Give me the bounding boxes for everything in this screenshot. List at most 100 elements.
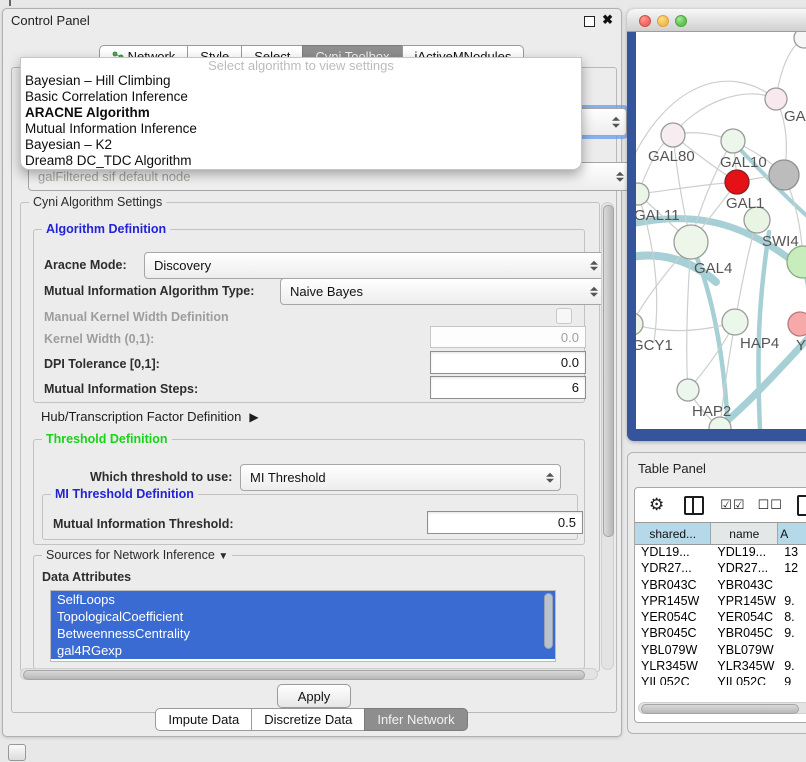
table-cell: YBR045C (635, 626, 711, 642)
table-cell: YBR043C (635, 578, 711, 594)
network-canvas[interactable]: GALGAL80GAL10GAL1GAL11SWI4GAL4GCY1HAP4YH… (636, 32, 806, 429)
mi-threshold-field[interactable]: 0.5 (427, 511, 583, 534)
table-cell: 9. (778, 659, 806, 675)
network-node[interactable] (787, 246, 806, 278)
table-cell: 12 (778, 561, 806, 577)
tab-label: Infer Network (377, 711, 454, 728)
column-header-name[interactable]: name (711, 523, 778, 544)
data-attribute-item[interactable]: TopologicalCoefficient (51, 608, 555, 625)
table-cell: YLR345W (635, 659, 711, 675)
table-row[interactable]: YDL19...YDL19...13 (635, 545, 806, 561)
network-node[interactable] (725, 170, 749, 194)
close-icon[interactable]: ✖ (602, 12, 613, 28)
algorithm-option[interactable]: Dream8 DC_TDC Algorithm (21, 153, 581, 169)
algorithm-option[interactable]: Mutual Information Inference (21, 121, 581, 137)
data-attribute-item[interactable]: SelfLoops (51, 591, 555, 608)
tab-infer-network[interactable]: Infer Network (364, 708, 467, 731)
mi-steps-field[interactable]: 6 (430, 376, 586, 399)
tab-impute-data[interactable]: Impute Data (155, 708, 252, 731)
data-attribute-item[interactable]: BetweennessCentrality (51, 625, 555, 642)
combo-arrows-icon (612, 117, 620, 128)
network-edge[interactable] (673, 94, 776, 135)
select-all-icon[interactable]: ☑☑ (720, 497, 745, 513)
algorithm-definition-group: Algorithm Definition Aracne Mode: Discov… (33, 229, 585, 403)
network-node-label: SWI4 (762, 233, 799, 250)
table-cell: YBR043C (711, 578, 778, 594)
data-attributes-list[interactable]: SelfLoopsTopologicalCoefficientBetweenne… (50, 590, 556, 662)
network-node[interactable] (677, 379, 699, 401)
apply-button[interactable]: Apply (277, 684, 351, 708)
algorithm-option[interactable]: Bayesian – K2 (21, 137, 581, 153)
dpi-tolerance-field[interactable]: 0.0 (430, 351, 586, 374)
group-title: MI Threshold Definition (51, 487, 198, 501)
network-node[interactable] (765, 88, 787, 110)
restore-icon[interactable] (584, 16, 595, 27)
deselect-all-icon[interactable]: ☐☐ (758, 497, 783, 513)
cyni-algorithm-settings-group: Cyni Algorithm Settings Algorithm Defini… (20, 202, 600, 672)
group-title: Cyni Algorithm Settings (29, 195, 166, 209)
data-attributes-label: Data Attributes (42, 570, 131, 584)
minimized-panel-icon[interactable] (8, 744, 26, 761)
scrollbar-thumb[interactable] (603, 205, 614, 537)
bottom-tabbar: Impute Data Discretize Data Infer Networ… (3, 708, 621, 731)
network-node[interactable] (636, 313, 643, 335)
mi-type-combo[interactable]: Naive Bayes (280, 278, 605, 305)
settings-vertical-scrollbar[interactable] (601, 202, 614, 670)
scrollbar-thumb[interactable] (544, 593, 553, 649)
which-threshold-combo[interactable]: MI Threshold (240, 464, 561, 491)
data-attribute-item[interactable]: gal4RGexp (51, 642, 555, 659)
mac-close-button[interactable] (639, 15, 651, 27)
mac-zoom-button[interactable] (675, 15, 687, 27)
sources-title[interactable]: Sources for Network Inference ▼ (42, 548, 232, 562)
gear-icon[interactable]: ⚙ (649, 495, 664, 515)
table-row[interactable]: YBR043CYBR043C (635, 578, 806, 594)
network-edge[interactable] (758, 232, 769, 429)
network-node[interactable] (674, 225, 708, 259)
table-cell: YBL079W (635, 643, 711, 659)
network-node[interactable] (722, 309, 748, 335)
hub-definition-expander[interactable]: Hub/Transcription Factor Definition▶ (41, 409, 259, 424)
network-node[interactable] (661, 123, 685, 147)
network-edge[interactable] (636, 322, 735, 331)
new-table-icon[interactable] (797, 495, 806, 516)
table-row[interactable]: YBR045CYBR045C9. (635, 626, 806, 642)
network-node-label: GAL10 (720, 154, 767, 171)
table-horizontal-scrollbar[interactable] (638, 702, 806, 714)
column-header-shared-name[interactable]: shared... (635, 523, 711, 544)
network-view-window: GALGAL80GAL10GAL1GAL11SWI4GAL4GCY1HAP4YH… (627, 9, 806, 441)
scrollbar-thumb[interactable] (23, 670, 585, 680)
table-row[interactable]: YBL079WYBL079W (635, 643, 806, 659)
which-threshold-value: MI Threshold (250, 470, 326, 485)
network-node[interactable] (769, 160, 799, 190)
dpi-tolerance-label: DPI Tolerance [0,1]: (44, 357, 160, 371)
scrollbar-thumb[interactable] (641, 704, 799, 714)
algorithm-option[interactable]: Bayesian – Hill Climbing (21, 73, 581, 89)
combo-arrows-icon (590, 260, 598, 271)
tab-discretize-data[interactable]: Discretize Data (251, 708, 365, 731)
table-toolbar: ⚙ ☑☑ ☐☐ (635, 488, 806, 522)
network-node[interactable] (788, 312, 806, 336)
table-row[interactable]: YIL052CYIL052C9 (635, 675, 806, 685)
network-node-label: GAL1 (726, 195, 764, 212)
table-cell: YER054C (711, 610, 778, 626)
network-edge[interactable] (638, 182, 737, 194)
settings-horizontal-scrollbar[interactable] (20, 668, 598, 680)
aracne-mode-combo[interactable]: Discovery (144, 252, 605, 279)
mac-minimize-button[interactable] (657, 15, 669, 27)
table-row[interactable]: YLR345WYLR345W9. (635, 659, 806, 675)
column-header-partial[interactable]: A (778, 523, 806, 544)
algorithm-option[interactable]: ARACNE Algorithm (21, 105, 581, 121)
table-row[interactable]: YER054CYER054C8. (635, 610, 806, 626)
columns-icon[interactable] (684, 496, 704, 515)
table-cell: YDR27... (711, 561, 778, 577)
network-node-label: GAL11 (636, 207, 680, 224)
algorithm-option[interactable]: Basic Correlation Inference (21, 89, 581, 105)
network-node[interactable] (721, 129, 745, 153)
list-scrollbar[interactable] (544, 593, 553, 657)
table-cell: YDR27... (635, 561, 711, 577)
table-panel-title: Table Panel (638, 461, 706, 476)
table-row[interactable]: YDR27...YDR27...12 (635, 561, 806, 577)
which-threshold-label: Which threshold to use: (90, 470, 232, 484)
table-row[interactable]: YPR145WYPR145W9. (635, 594, 806, 610)
network-window-titlebar[interactable] (627, 9, 806, 32)
